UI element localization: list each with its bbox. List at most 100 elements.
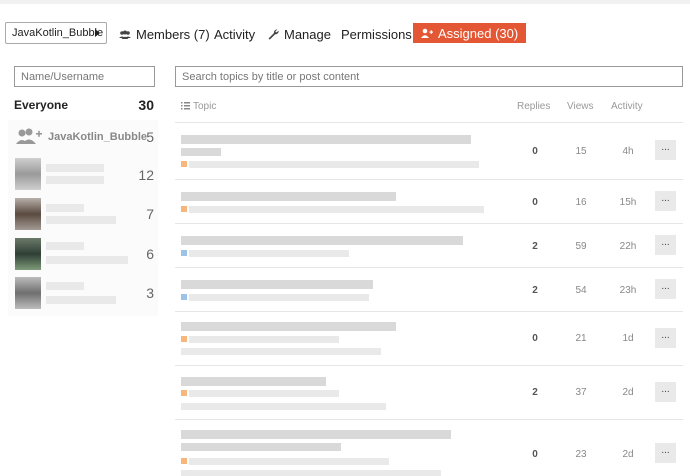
activity-time[interactable]: 23h bbox=[610, 285, 646, 296]
member-count: 3 bbox=[146, 285, 154, 301]
category-badge bbox=[181, 206, 187, 212]
column-header-views[interactable]: Views bbox=[567, 101, 594, 112]
everyone-item[interactable]: Everyone bbox=[14, 98, 68, 112]
blurred-topic-title bbox=[181, 280, 373, 289]
blurred-tags bbox=[189, 161, 479, 168]
activity-time[interactable]: 2d bbox=[610, 449, 646, 460]
blurred-topic-title bbox=[181, 135, 471, 144]
category-badge bbox=[181, 390, 187, 396]
table-row[interactable]: 2 54 23h ... bbox=[175, 268, 683, 312]
avatar bbox=[15, 277, 41, 309]
everyone-count: 30 bbox=[138, 97, 154, 113]
blurred-tags bbox=[189, 336, 339, 343]
topic-search-placeholder: Search topics by title or post content bbox=[182, 70, 360, 83]
tab-assigned-label: Assigned (30) bbox=[438, 25, 519, 41]
blurred-tags bbox=[189, 390, 339, 397]
group-count: 5 bbox=[146, 129, 154, 145]
more-button[interactable]: ... bbox=[655, 443, 676, 463]
tab-assigned[interactable]: Assigned (30) bbox=[413, 23, 527, 43]
blurred-tags bbox=[181, 470, 441, 476]
more-button[interactable]: ... bbox=[655, 328, 676, 348]
tab-manage-label: Manage bbox=[284, 26, 331, 42]
avatar bbox=[15, 198, 41, 230]
category-badge bbox=[181, 294, 187, 300]
category-badge bbox=[181, 458, 187, 464]
caret-right-icon bbox=[95, 29, 100, 37]
views-count: 23 bbox=[575, 449, 587, 460]
activity-time[interactable]: 2d bbox=[610, 387, 646, 398]
replies-count: 2 bbox=[532, 387, 538, 398]
replies-count: 0 bbox=[532, 146, 538, 157]
views-count: 54 bbox=[575, 285, 587, 296]
username-filter-placeholder: Name/Username bbox=[21, 70, 105, 83]
table-row[interactable]: 0 21 1d ... bbox=[175, 312, 683, 366]
blurred-username bbox=[46, 164, 104, 172]
more-button[interactable]: ... bbox=[655, 191, 676, 211]
blurred-fullname bbox=[46, 256, 128, 264]
tab-activity[interactable]: Activity bbox=[214, 23, 255, 45]
views-count: 37 bbox=[575, 387, 587, 398]
blurred-fullname bbox=[46, 176, 104, 184]
blurred-topic-title bbox=[181, 192, 396, 201]
more-button[interactable]: ... bbox=[655, 279, 676, 299]
blurred-username bbox=[46, 282, 84, 290]
replies-count: 0 bbox=[532, 333, 538, 344]
tab-activity-label: Activity bbox=[214, 26, 256, 42]
group-selector-label: JavaKotlin_Bubble bbox=[12, 27, 104, 39]
member-count: 12 bbox=[138, 167, 154, 183]
users-icon bbox=[119, 30, 131, 39]
avatar bbox=[15, 238, 41, 270]
category-badge bbox=[181, 336, 187, 342]
column-header-activity[interactable]: Activity bbox=[611, 101, 643, 112]
views-count: 21 bbox=[575, 333, 587, 344]
activity-time[interactable]: 4h bbox=[610, 146, 646, 157]
replies-count: 2 bbox=[532, 285, 538, 296]
user-plus-icon bbox=[421, 28, 433, 38]
blurred-fullname bbox=[46, 216, 116, 224]
replies-count: 0 bbox=[532, 197, 538, 208]
category-badge bbox=[181, 161, 187, 167]
blurred-topic-title bbox=[181, 443, 341, 451]
blurred-username bbox=[46, 242, 84, 250]
more-button[interactable]: ... bbox=[655, 140, 676, 160]
avatar bbox=[15, 158, 41, 190]
table-row[interactable]: 0 15 4h ... bbox=[175, 123, 683, 180]
member-count: 6 bbox=[146, 246, 154, 262]
tab-manage[interactable]: Manage bbox=[268, 23, 331, 45]
more-button[interactable]: ... bbox=[655, 382, 676, 402]
blurred-tags bbox=[181, 403, 386, 410]
activity-time[interactable]: 1d bbox=[610, 333, 646, 344]
blurred-tags bbox=[181, 348, 381, 355]
tab-permissions-label: Permissions bbox=[341, 26, 412, 42]
activity-time[interactable]: 22h bbox=[610, 241, 646, 252]
table-row[interactable]: 0 23 2d ... bbox=[175, 420, 683, 476]
column-header-topic[interactable]: Topic bbox=[193, 101, 216, 112]
views-count: 59 bbox=[575, 241, 587, 252]
activity-time[interactable]: 15h bbox=[610, 197, 646, 208]
tab-permissions[interactable]: Permissions bbox=[341, 23, 412, 45]
blurred-username bbox=[46, 204, 84, 212]
blurred-topic-title bbox=[181, 322, 396, 331]
topic-search-input[interactable]: Search topics by title or post content bbox=[175, 66, 683, 87]
blurred-topic-title bbox=[181, 148, 221, 156]
replies-count: 2 bbox=[532, 241, 538, 252]
blurred-topic-title bbox=[181, 377, 326, 386]
group-selector[interactable]: JavaKotlin_Bubble bbox=[5, 22, 107, 44]
top-divider bbox=[0, 0, 690, 4]
username-filter-input[interactable]: Name/Username bbox=[14, 66, 155, 87]
blurred-fullname bbox=[46, 296, 116, 304]
blurred-topic-title bbox=[181, 236, 463, 245]
views-count: 15 bbox=[575, 146, 587, 157]
replies-count: 0 bbox=[532, 449, 538, 460]
tab-members-label: Members (7) bbox=[136, 26, 210, 42]
more-button[interactable]: ... bbox=[655, 235, 676, 255]
table-row[interactable]: 2 59 22h ... bbox=[175, 224, 683, 268]
category-badge bbox=[181, 250, 187, 256]
blurred-tags bbox=[189, 250, 349, 257]
tab-members[interactable]: Members (7) bbox=[119, 23, 210, 45]
list-icon bbox=[181, 102, 190, 110]
table-row[interactable]: 0 16 15h ... bbox=[175, 180, 683, 224]
table-row[interactable]: 2 37 2d ... bbox=[175, 366, 683, 420]
everyone-label: Everyone bbox=[14, 98, 69, 112]
column-header-replies[interactable]: Replies bbox=[517, 101, 550, 112]
